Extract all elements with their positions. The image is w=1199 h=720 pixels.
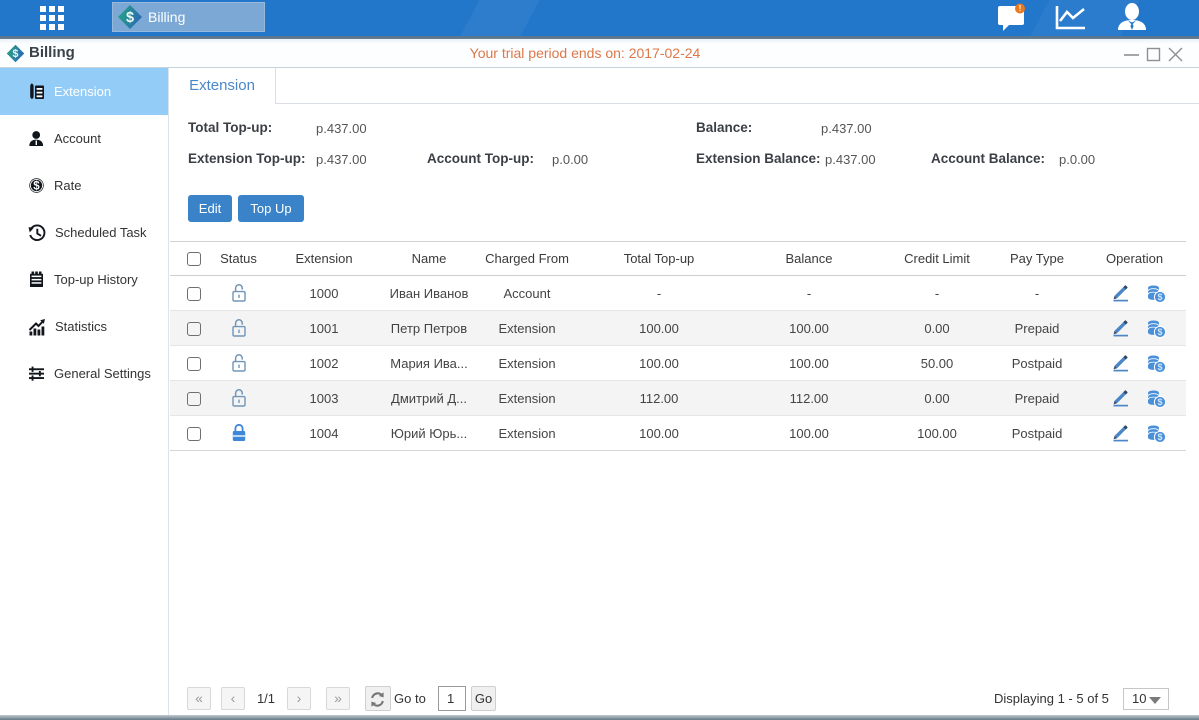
svg-text:!: !: [1019, 4, 1022, 13]
svg-text:$: $: [13, 48, 19, 60]
svg-text:$: $: [126, 10, 134, 26]
svg-text:$: $: [33, 181, 40, 193]
